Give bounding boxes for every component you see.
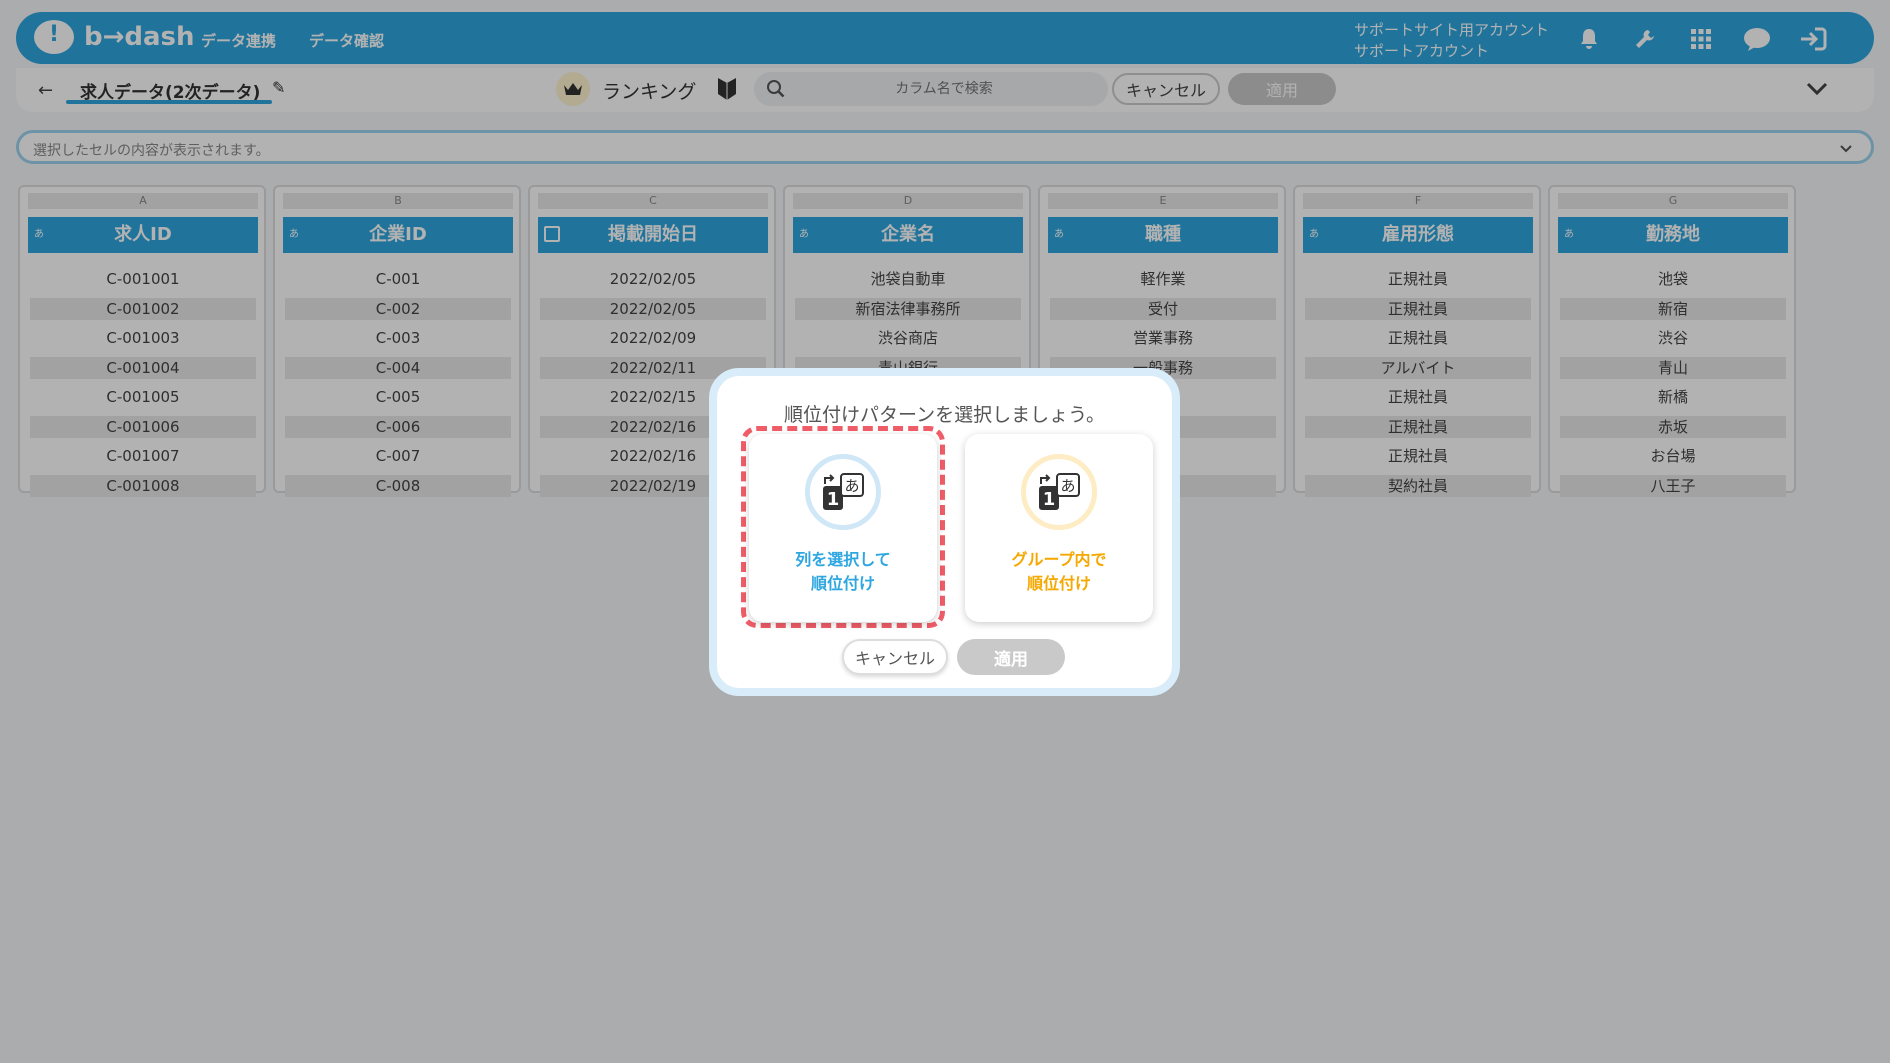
ranking-icon: 1 あ — [805, 454, 881, 530]
option-column-ranking[interactable]: 1 あ 列を選択して 順位付け — [749, 434, 937, 622]
option-column-ranking-label: 列を選択して 順位付け — [749, 548, 937, 596]
option-label-line2: 順位付け — [1026, 574, 1091, 593]
option-label-line2: 順位付け — [810, 574, 875, 593]
svg-text:1: 1 — [827, 489, 840, 510]
ranking-icon: 1 あ — [1021, 454, 1097, 530]
svg-text:1: 1 — [1043, 489, 1056, 510]
dialog-title: 順位付けパターンを選択しましょう。 — [784, 404, 1105, 426]
option-label-line1: 列を選択して — [795, 550, 891, 569]
dialog-cancel-button[interactable]: キャンセル — [842, 639, 948, 675]
svg-text:あ: あ — [1060, 477, 1075, 495]
dialog-apply-button[interactable]: 適用 — [957, 639, 1065, 675]
option-label-line1: グループ内で — [1011, 550, 1107, 569]
ranking-pattern-dialog: 順位付けパターンを選択しましょう。 1 あ 列を選択して 順位付け 1 あ グル… — [709, 368, 1180, 696]
svg-text:あ: あ — [844, 477, 859, 495]
option-group-ranking-label: グループ内で 順位付け — [965, 548, 1153, 596]
option-group-ranking[interactable]: 1 あ グループ内で 順位付け — [965, 434, 1153, 622]
